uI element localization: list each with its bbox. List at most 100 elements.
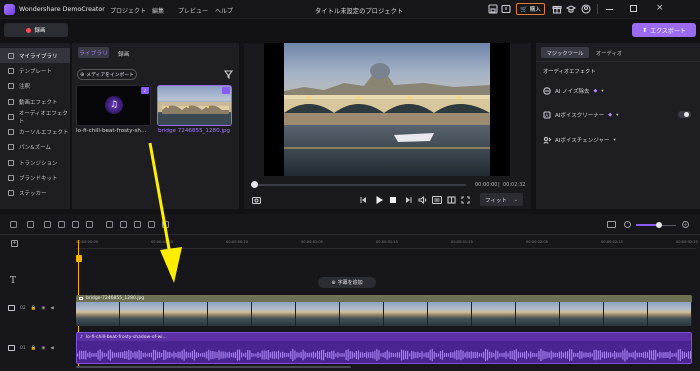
waveform-bar	[126, 351, 128, 359]
next-frame-icon[interactable]	[404, 196, 413, 206]
voice-cleaner-toggle[interactable]	[678, 111, 691, 118]
sidebar-item-7[interactable]: トランジション	[0, 155, 70, 170]
filter-icon[interactable]	[223, 70, 234, 81]
effect-ai-voice-changer[interactable]: AIボイスチェンジャー ▾	[543, 136, 616, 144]
waveform-bar	[671, 353, 673, 357]
menu-preview[interactable]: プレビュー	[178, 6, 208, 15]
sidebar-item-3[interactable]: 動画エフェクト	[0, 94, 70, 109]
waveform-bar	[433, 351, 435, 359]
audio-waveform	[77, 348, 691, 362]
tab-magic-tools[interactable]: マジックツール	[541, 47, 589, 58]
waveform-bar	[530, 351, 532, 359]
waveform-bar	[484, 348, 487, 362]
redo-icon[interactable]	[27, 221, 34, 228]
fit-dropdown[interactable]: フィット ⌄	[480, 193, 523, 206]
sidebar-item-label: パン&ズーム	[19, 145, 51, 152]
seek-handle[interactable]	[251, 181, 258, 188]
add-caption-button[interactable]: ⊕ 字幕を追加	[318, 277, 376, 288]
eye-icon[interactable]: ◉	[41, 346, 45, 351]
import-media-button[interactable]: ⊕ メディアをインポート	[77, 69, 137, 80]
waveform-bar	[454, 351, 456, 359]
fit-timeline-icon[interactable]	[607, 221, 616, 228]
maximize-icon[interactable]	[630, 5, 637, 12]
menu-edit[interactable]: 編集	[152, 6, 164, 15]
timeline-scrollbar[interactable]	[76, 366, 351, 368]
safe-zone-icon[interactable]	[431, 195, 443, 206]
mic-icon[interactable]	[86, 221, 93, 228]
waveform-bar	[519, 352, 521, 358]
zoom-out-icon[interactable]: -	[624, 221, 631, 228]
video-clip[interactable]: bridge-7246855_1280.jpg	[76, 295, 692, 326]
minimize-icon[interactable]	[606, 9, 613, 10]
library-item-audio[interactable]: ♫ ♪	[76, 85, 151, 126]
effect-ai-noise-removal[interactable]: AI ノイズ除去 ◆ ▾	[543, 87, 604, 95]
sidebar-item-4[interactable]: オーディオエフェクト	[0, 109, 70, 125]
library-item-image[interactable]	[157, 85, 232, 126]
waveform-bar	[618, 352, 620, 358]
lock-icon[interactable]: 🔒	[31, 346, 37, 351]
graduation-icon[interactable]	[565, 4, 577, 16]
waveform-bar	[556, 352, 558, 358]
export-button[interactable]: ⬆ エクスポート	[632, 23, 696, 37]
save-icon[interactable]	[488, 4, 498, 16]
export-icon: ⬆	[642, 26, 648, 34]
waveform-bar	[468, 352, 470, 358]
tab-recording[interactable]: 録画	[118, 49, 130, 58]
ruler-tick-label: 00:00:01:05	[301, 240, 323, 244]
crop-icon[interactable]	[447, 196, 456, 206]
sidebar-item-9[interactable]: ステッカー	[0, 186, 70, 201]
tab-library[interactable]: ライブラリ	[78, 47, 109, 58]
waveform-bar	[138, 350, 140, 360]
tab-audio[interactable]: オーディオ	[596, 49, 622, 57]
caption-icon[interactable]	[106, 221, 113, 228]
audio-effect-icon	[8, 113, 14, 120]
ruler-tick-label: 00:00:00:00	[76, 240, 98, 244]
sidebar-item-8[interactable]: ブランドキット	[0, 170, 70, 185]
playhead-handle[interactable]	[75, 255, 82, 262]
menu-project[interactable]: プロジェクト	[110, 6, 146, 15]
sidebar-item-5[interactable]: カーソルエフェクト	[0, 124, 70, 139]
gift-icon[interactable]	[552, 4, 562, 16]
import-plus-icon: ⊕	[80, 71, 85, 78]
filmstrip-frame	[120, 302, 164, 326]
fullscreen-icon[interactable]	[461, 196, 470, 206]
notification-icon[interactable]	[501, 4, 511, 16]
speaker-icon[interactable]: ◀	[50, 346, 53, 351]
zoom-in-icon[interactable]: +	[682, 221, 689, 228]
split-icon[interactable]	[44, 221, 51, 228]
play-icon[interactable]	[375, 195, 384, 207]
waveform-bar	[569, 349, 571, 361]
waveform-bar	[470, 351, 472, 359]
undo-icon[interactable]	[10, 221, 17, 228]
lock-icon[interactable]: 🔒	[31, 306, 37, 311]
add-track-icon[interactable]: +	[11, 240, 18, 247]
purchase-button[interactable]: 🛒 購入	[516, 3, 545, 15]
volume-icon[interactable]	[418, 195, 428, 206]
effect-ai-voice-cleaner[interactable]: A AIボイスクリーナー ◆ ▾	[543, 111, 618, 119]
close-icon[interactable]: ×	[656, 3, 664, 13]
record-button[interactable]: 録画	[4, 23, 68, 37]
audio-clip[interactable]: ♪ lo-fi-chill-beat-frosty-shadow-of-wi..…	[76, 332, 692, 364]
stop-icon[interactable]	[390, 197, 396, 203]
sidebar-item-1[interactable]: テンプレート	[0, 63, 70, 78]
waveform-bar	[156, 351, 159, 359]
screenshot-icon[interactable]	[251, 196, 262, 206]
seek-track[interactable]	[254, 184, 466, 186]
marker-icon[interactable]	[72, 221, 79, 228]
menu-help[interactable]: ヘルプ	[215, 6, 233, 15]
waveform-bar	[376, 348, 378, 362]
delete-icon[interactable]	[58, 221, 65, 228]
sidebar-item-0[interactable]: マイライブラリ	[0, 48, 70, 64]
zoom-slider-handle[interactable]	[656, 222, 662, 228]
text-icon[interactable]	[120, 221, 127, 228]
waveform-bar	[105, 353, 107, 357]
previous-frame-icon[interactable]	[359, 196, 368, 206]
waveform-bar	[587, 352, 589, 358]
gem-icon: ◆	[608, 112, 613, 118]
sidebar-item-6[interactable]: パン&ズーム	[0, 140, 70, 155]
speaker-icon[interactable]: ◀	[50, 306, 53, 311]
sidebar-item-2[interactable]: 注釈	[0, 79, 70, 94]
waveform-bar	[612, 353, 614, 357]
eye-icon[interactable]: ◉	[41, 306, 45, 311]
account-icon[interactable]	[581, 4, 591, 16]
